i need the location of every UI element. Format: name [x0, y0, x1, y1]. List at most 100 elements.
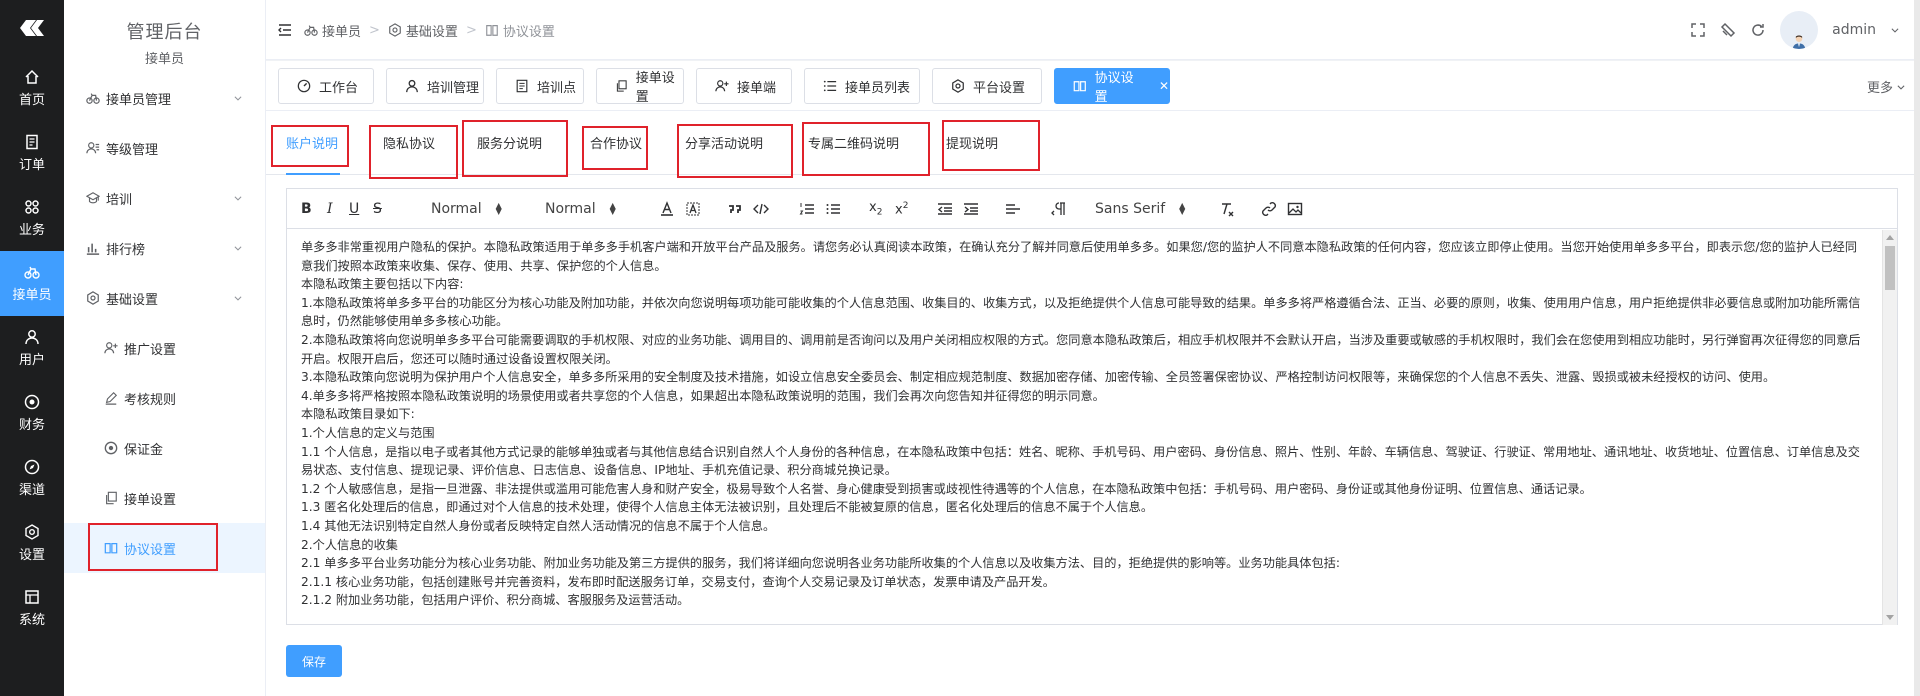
open-tab[interactable]: 工作台	[278, 68, 374, 104]
sidebar-item[interactable]: 排行榜	[64, 223, 265, 273]
blockquote-button[interactable]	[727, 189, 743, 229]
text-direction-button[interactable]	[1051, 189, 1067, 229]
close-icon[interactable]: ✕	[1159, 79, 1169, 93]
rail-item[interactable]: 用户	[0, 316, 64, 381]
text-color-button[interactable]	[659, 189, 675, 229]
breadcrumb-separator: >	[465, 22, 477, 38]
sidebar-icon-wrap	[104, 391, 118, 405]
agreement-tab[interactable]: 合作协议	[590, 133, 642, 152]
page-scrollbar[interactable]	[1914, 0, 1920, 696]
editor-paragraph: 1.3 匿名化处理后的信息，即通过对个人信息的技术处理，使得个人信息主体无法被识…	[301, 500, 1154, 515]
editor-scrollbar[interactable]	[1882, 230, 1897, 625]
indent-button[interactable]	[963, 189, 979, 229]
open-tab[interactable]: 协议设置 ✕	[1054, 68, 1170, 105]
header-select-value: Normal	[431, 201, 482, 217]
editor-content[interactable]: 单多多非常重视用户隐私的保护。本隐私政策适用于单多多手机客户端和开放平台产品及服…	[287, 230, 1883, 625]
ordered-list-button[interactable]	[799, 189, 815, 229]
scroll-up-icon[interactable]	[1886, 235, 1894, 240]
logo-icon	[20, 20, 44, 36]
open-tab-label: 培训点	[537, 80, 577, 96]
copy-icon	[616, 80, 627, 92]
link-button[interactable]	[1261, 189, 1277, 229]
open-tab[interactable]: 培训管理	[386, 68, 484, 104]
bullet-list-button[interactable]	[825, 189, 841, 229]
sidebar-subitem[interactable]: 接单设置	[64, 473, 265, 523]
clear-format-button[interactable]	[1219, 189, 1235, 229]
align-button[interactable]	[1005, 189, 1021, 229]
open-tab[interactable]: 培训点	[496, 68, 584, 104]
rail-item-label: 设置	[18, 548, 45, 563]
background-color-button[interactable]	[685, 189, 701, 229]
code-block-button[interactable]	[753, 189, 769, 229]
bold-button[interactable]: B	[301, 189, 312, 229]
editor-paragraph: 2.个人信息的收集	[301, 537, 398, 552]
username[interactable]: admin	[1832, 22, 1876, 38]
user-add-icon	[104, 342, 118, 354]
scroll-thumb[interactable]	[1885, 246, 1895, 290]
sidebar-item[interactable]: 基础设置	[64, 273, 265, 323]
editor-paragraph: 1.4 其他无法识别特定自然人身份或者反映特定自然人活动情况的信息不属于个人信息…	[301, 518, 776, 533]
open-tab-label: 接单端	[737, 80, 777, 96]
editor-paragraph: 3.本隐私政策向您说明为保护用户个人信息安全，单多多所采用的安全制度及技术措施，…	[301, 370, 1776, 385]
rail-item[interactable]: 系统	[0, 576, 64, 641]
open-tab-label: 协议设置	[1094, 71, 1134, 105]
outdent-button[interactable]	[937, 189, 953, 229]
sidebar-subitem[interactable]: 协议设置	[64, 523, 265, 573]
sidebar-icon-wrap	[86, 91, 100, 105]
system-icon	[25, 590, 39, 604]
sidebar-item[interactable]: 等级管理	[64, 123, 265, 173]
avatar[interactable]	[1780, 11, 1819, 49]
agreement-tab[interactable]: 分享活动说明	[685, 133, 763, 152]
sidebar-subitem[interactable]: 考核规则	[64, 373, 265, 423]
app-logo[interactable]	[0, 0, 64, 56]
collapse-menu-icon[interactable]	[278, 23, 292, 37]
header-select[interactable]: Normal ▲ ▼	[431, 189, 502, 229]
sidebar-item[interactable]: 接单员管理	[64, 73, 265, 123]
agreement-tab[interactable]: 隐私协议	[383, 133, 435, 152]
rail-item[interactable]: 设置	[0, 511, 64, 576]
scroll-down-icon[interactable]	[1886, 615, 1894, 620]
rail-item[interactable]: 业务	[0, 186, 64, 251]
sidebar-subitem[interactable]: 保证金	[64, 423, 265, 473]
agreement-tab[interactable]: 账户说明	[286, 133, 338, 152]
coin-icon-wrap	[24, 394, 40, 410]
document-icon	[516, 79, 528, 93]
bicycle-icon-wrap	[24, 264, 40, 280]
open-tabs-bar: 工作台 培训管理 培训点 接单设置 接单端 接单员列表 平台设置 协议设置 ✕ 更多	[266, 61, 1920, 111]
image-button[interactable]	[1287, 189, 1303, 229]
breadcrumb-item[interactable]: 基础设置	[388, 21, 458, 40]
agreement-tab[interactable]: 专属二维码说明	[808, 133, 899, 152]
sidebar-subitem-label: 保证金	[124, 442, 164, 458]
breadcrumb-item[interactable]: 接单员	[304, 21, 361, 40]
agreement-tab[interactable]: 服务分说明	[477, 133, 542, 152]
user-icon	[25, 330, 39, 345]
save-button[interactable]: 保存	[286, 645, 342, 677]
rail-item[interactable]: 渠道	[0, 446, 64, 511]
font-select[interactable]: Sans Serif ▲ ▼	[1095, 189, 1185, 229]
agreement-tab[interactable]: 提现说明	[946, 133, 998, 152]
sidebar-icon-wrap	[86, 291, 100, 305]
open-tab[interactable]: 接单员列表	[804, 68, 920, 104]
rail-item[interactable]: 订单	[0, 121, 64, 186]
fullscreen-icon[interactable]	[1690, 22, 1706, 38]
rail-item-label: 用户	[18, 353, 45, 368]
strikethrough-button[interactable]: S	[373, 189, 382, 229]
rail-item[interactable]: 接单员	[0, 251, 64, 316]
superscript-button[interactable]: x2	[895, 189, 908, 229]
chevron-down-icon[interactable]	[1890, 25, 1900, 35]
open-tab[interactable]: 接单设置	[596, 68, 684, 105]
subscript-button[interactable]: x2	[869, 189, 882, 229]
clear-cache-icon[interactable]	[1720, 22, 1736, 38]
coin-icon	[24, 394, 40, 410]
sidebar-item[interactable]: 培训	[64, 173, 265, 223]
open-tab[interactable]: 接单端	[696, 68, 792, 104]
rail-item[interactable]: 首页	[0, 56, 64, 121]
open-tab[interactable]: 平台设置	[932, 68, 1042, 104]
rail-item[interactable]: 财务	[0, 381, 64, 446]
more-tabs-button[interactable]: 更多	[1867, 77, 1906, 96]
underline-button[interactable]: U	[349, 189, 359, 229]
size-select[interactable]: Normal ▲ ▼	[545, 189, 616, 229]
refresh-icon[interactable]	[1750, 22, 1766, 38]
sidebar-subitem[interactable]: 推广设置	[64, 323, 265, 373]
italic-button[interactable]: I	[327, 189, 333, 229]
